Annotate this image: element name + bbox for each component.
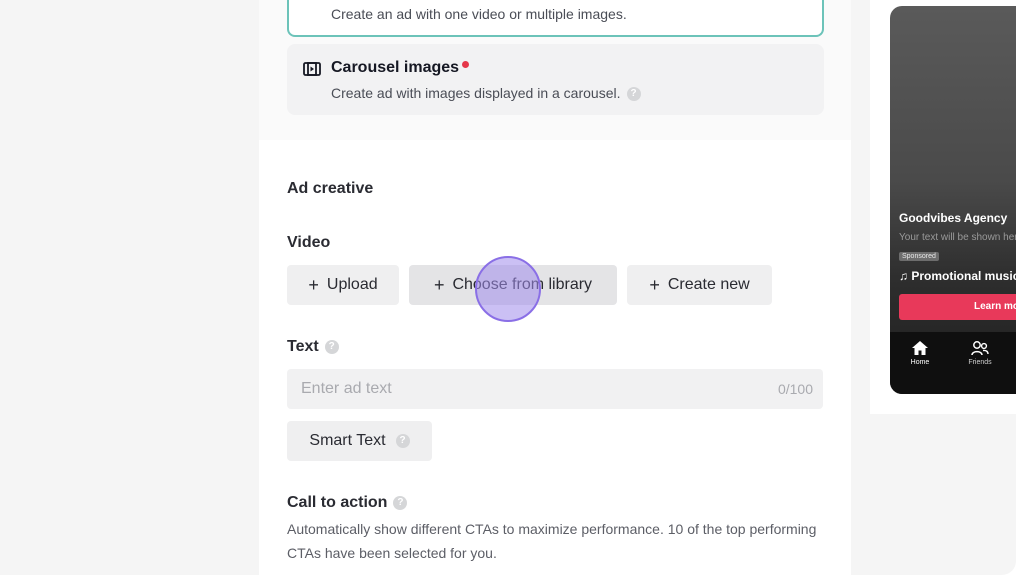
character-counter: 0/100 — [777, 381, 813, 397]
help-icon[interactable]: ? — [393, 495, 408, 510]
preview-music: ♫ Promotional music — [899, 269, 1016, 283]
preview-tab-home-label: Home — [910, 359, 930, 366]
plus-icon: + — [649, 274, 660, 295]
smart-text-label: Smart Text — [309, 432, 386, 449]
call-to-action-description: Automatically show different CTAs to max… — [287, 521, 817, 561]
help-icon[interactable]: ? — [626, 87, 641, 102]
preview-tab-bar: Home Friends — [890, 332, 1016, 394]
format-option-carousel-description: Create ad with images displayed in a car… — [331, 85, 641, 102]
app-frame: Create an ad with one video or multiple … — [0, 0, 1016, 575]
preview-tab-home: Home — [900, 340, 940, 366]
sponsored-badge: Sponsored — [899, 252, 939, 261]
format-option-single-description: Create an ad with one video or multiple … — [331, 6, 627, 22]
home-icon — [912, 341, 928, 355]
smart-text-button[interactable]: Smart Text? — [287, 421, 432, 461]
create-new-label: Create new — [667, 276, 750, 293]
preview-tab-friends: Friends — [960, 340, 1000, 366]
call-to-action-label: Call to action? — [287, 494, 408, 512]
preview-account-name: Goodvibes Agency — [899, 211, 1008, 225]
music-note-icon: ♫ — [899, 269, 912, 283]
ad-creative-title: Ad creative — [287, 180, 374, 197]
create-new-button[interactable]: + Create new — [627, 265, 772, 305]
preview-cta-button: Learn more — [899, 294, 1016, 320]
ad-preview-phone: Goodvibes Agency Your text will be shown… — [890, 6, 1016, 394]
preview-tab-friends-label: Friends — [968, 359, 992, 366]
friends-icon — [971, 341, 989, 356]
preview-caption: Your text will be shown here — [899, 232, 1016, 243]
help-icon[interactable]: ? — [324, 339, 339, 354]
video-label: Video — [287, 234, 331, 251]
ad-form-panel: Create an ad with one video or multiple … — [259, 0, 851, 575]
text-label: Text? — [287, 338, 339, 356]
cursor-highlight — [475, 256, 541, 322]
help-icon: ? — [395, 434, 410, 448]
upload-button[interactable]: + Upload — [287, 265, 399, 305]
ad-text-input[interactable] — [287, 369, 823, 409]
format-option-carousel-title: Carousel images — [331, 59, 470, 77]
format-option-carousel[interactable]: Carousel images Create ad with images di… — [287, 44, 824, 115]
carousel-icon — [303, 62, 321, 76]
plus-icon: + — [308, 274, 319, 295]
upload-button-label: Upload — [326, 276, 378, 293]
ad-format-section: Create an ad with one video or multiple … — [259, 0, 851, 140]
plus-icon: + — [433, 274, 445, 295]
format-option-single[interactable]: Create an ad with one video or multiple … — [287, 0, 824, 37]
new-badge-dot — [462, 61, 470, 68]
